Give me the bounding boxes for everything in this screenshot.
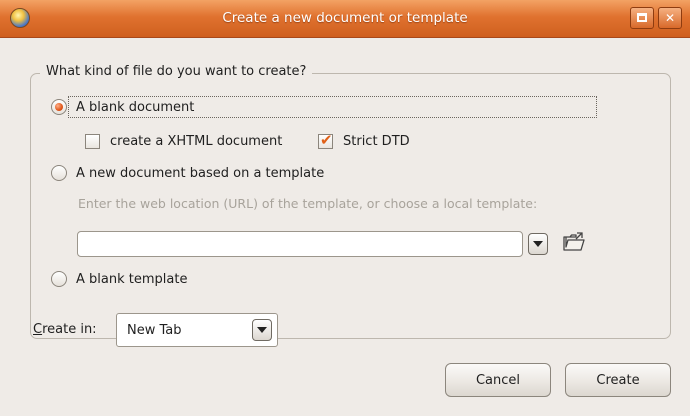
- radio-blank-template[interactable]: A blank template: [51, 271, 187, 287]
- radio-blank-document-label: A blank document: [76, 99, 195, 115]
- create-in-label-rest: reate in:: [42, 322, 97, 337]
- template-url-input[interactable]: [77, 231, 523, 257]
- maximize-button[interactable]: [630, 7, 654, 29]
- checkbox-xhtml-box[interactable]: [85, 134, 100, 149]
- checkbox-strict-label: Strict DTD: [343, 134, 410, 149]
- cancel-button[interactable]: Cancel: [445, 363, 551, 397]
- create-button[interactable]: Create: [565, 363, 671, 397]
- create-in-value: New Tab: [127, 323, 182, 338]
- open-folder-icon[interactable]: [562, 230, 586, 254]
- radio-blank-template-label: A blank template: [76, 271, 188, 287]
- template-hint: Enter the web location (URL) of the temp…: [78, 196, 538, 211]
- title-bar: Create a new document or template ✕: [0, 0, 690, 38]
- checkbox-strict-box[interactable]: [318, 131, 333, 149]
- radio-blank-document[interactable]: A blank document: [51, 99, 194, 115]
- maximize-icon: [637, 13, 647, 22]
- checkbox-strict-dtd[interactable]: Strict DTD: [318, 131, 410, 149]
- window-title: Create a new document or template: [222, 10, 468, 26]
- checkbox-xhtml-label: create a XHTML document: [110, 134, 283, 149]
- radio-button-unselected[interactable]: [51, 165, 67, 181]
- dialog-content: What kind of file do you want to create?…: [0, 38, 690, 416]
- create-in-mnemonic: C: [33, 322, 43, 337]
- radio-template-label: A new document based on a template: [76, 165, 325, 181]
- create-in-label: Create in:: [33, 322, 97, 337]
- file-kind-legend: What kind of file do you want to create?: [40, 64, 313, 79]
- chevron-down-icon: [257, 327, 267, 333]
- close-button[interactable]: ✕: [658, 7, 682, 29]
- close-icon: ✕: [664, 11, 676, 25]
- radio-button-selected[interactable]: [51, 99, 67, 115]
- template-url-dropdown-button[interactable]: [528, 233, 548, 255]
- checkbox-xhtml[interactable]: create a XHTML document: [85, 134, 282, 149]
- create-in-dropdown-button[interactable]: [252, 319, 272, 341]
- radio-template-document[interactable]: A new document based on a template: [51, 165, 324, 181]
- radio-button-unselected[interactable]: [51, 271, 67, 287]
- chevron-down-icon: [533, 241, 543, 247]
